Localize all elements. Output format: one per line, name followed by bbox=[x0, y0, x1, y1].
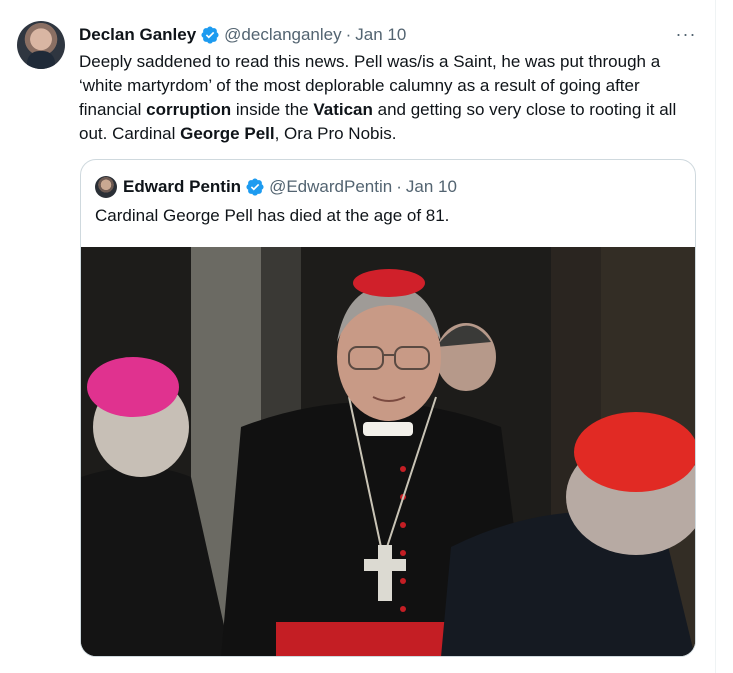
tweet-text-part: , Ora Pro Nobis. bbox=[274, 124, 397, 143]
tweet-text-bold: Vatican bbox=[313, 100, 373, 119]
quoted-tweet-text: Cardinal George Pell has died at the age… bbox=[95, 206, 450, 225]
author-avatar[interactable] bbox=[17, 21, 65, 69]
quoted-tweet-header: Edward Pentin @EdwardPentin · Jan 10 bbox=[95, 176, 457, 198]
author-handle[interactable]: @declanganley bbox=[224, 25, 341, 45]
quoted-author-name: Edward Pentin bbox=[123, 177, 242, 196]
verified-badge-icon bbox=[245, 177, 265, 197]
more-options-icon[interactable]: ··· bbox=[676, 24, 696, 44]
tweet-header: Declan Ganley @declanganley · Jan 10 bbox=[79, 24, 406, 46]
timeline-divider bbox=[715, 0, 716, 673]
tweet-text-part: inside the bbox=[231, 100, 314, 119]
quoted-tweet-photo[interactable] bbox=[81, 247, 695, 656]
quoted-tweet-card[interactable]: Edward Pentin @EdwardPentin · Jan 10 Car… bbox=[80, 159, 696, 657]
tweet-text-bold: corruption bbox=[146, 100, 232, 119]
verified-badge-icon[interactable] bbox=[200, 25, 220, 45]
quoted-author-handle: @EdwardPentin bbox=[269, 177, 393, 196]
tweet-date[interactable]: Jan 10 bbox=[355, 25, 406, 45]
author-name[interactable]: Declan Ganley bbox=[79, 25, 196, 45]
quoted-tweet-date: Jan 10 bbox=[405, 177, 457, 196]
tweet-text: Deeply saddened to read this news. Pell … bbox=[79, 50, 699, 146]
quoted-author-avatar bbox=[95, 176, 117, 198]
separator-dot: · bbox=[396, 177, 402, 196]
tweet-text-bold: George Pell bbox=[180, 124, 275, 143]
separator-dot: · bbox=[345, 25, 352, 44]
